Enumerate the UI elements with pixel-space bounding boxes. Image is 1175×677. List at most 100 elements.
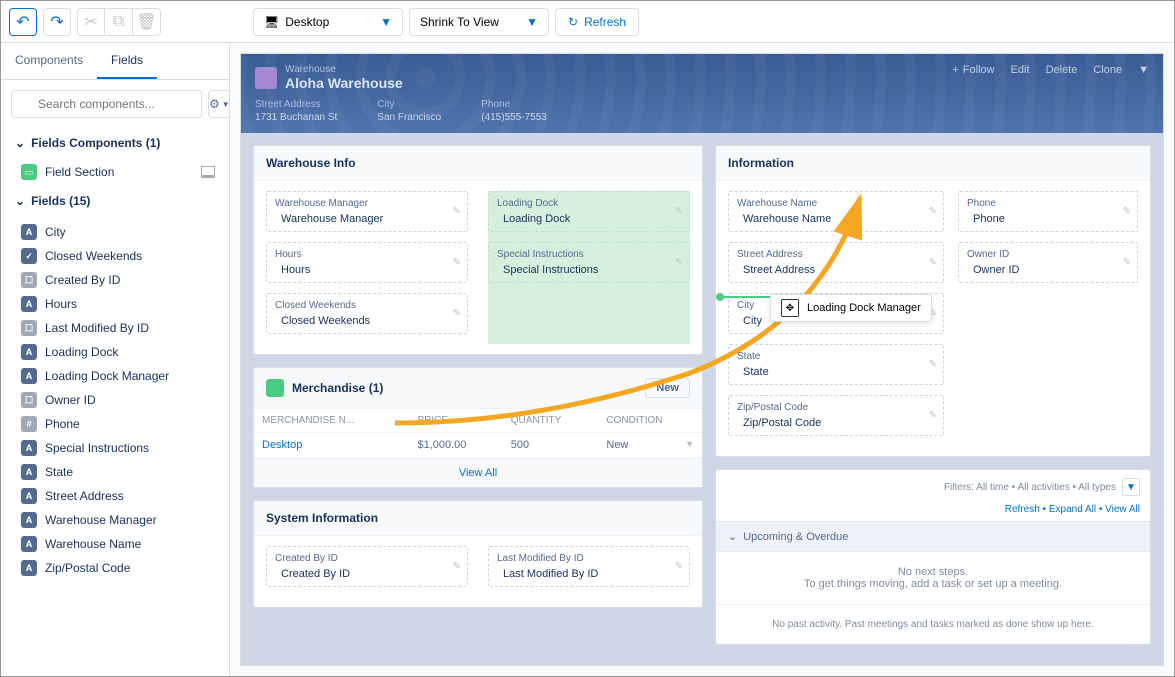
pencil-icon: ✎ — [675, 561, 683, 572]
row-name[interactable]: Desktop — [254, 433, 409, 458]
search-input[interactable] — [11, 90, 202, 118]
redo-button[interactable]: ↷ — [43, 8, 71, 36]
field-type-icon: A — [21, 368, 37, 384]
activity-card[interactable]: Filters: All time • All activities • All… — [715, 469, 1151, 645]
field-item[interactable]: AState — [11, 460, 219, 484]
merchandise-card[interactable]: Merchandise (1) New MERCHANDISE N... PRI… — [253, 367, 703, 488]
system-info-card[interactable]: System Information Created By ID Created… — [253, 500, 703, 608]
table-row[interactable]: Desktop $1,000.00 500 New ▼ — [254, 433, 702, 458]
field-slot[interactable]: Special Instructions Special Instruction… — [488, 242, 690, 283]
merchandise-title: Merchandise (1) — [292, 381, 383, 395]
field-item[interactable]: ☐Last Modified By ID — [11, 316, 219, 340]
field-item[interactable]: AWarehouse Manager — [11, 508, 219, 532]
pencil-icon: ✎ — [929, 257, 937, 268]
clone-button[interactable]: Clone — [1093, 64, 1122, 76]
field-label: City — [45, 225, 66, 239]
field-slot[interactable]: Closed Weekends Closed Weekends ✎ — [266, 293, 468, 334]
field-type-icon: ☐ — [21, 392, 37, 408]
view-selector[interactable]: Shrink To View ▼ — [409, 8, 549, 36]
object-label: Warehouse — [285, 64, 403, 75]
field-slot[interactable]: Created By ID Created By ID ✎ — [266, 546, 468, 587]
refresh-icon: ↻ — [568, 15, 578, 29]
phone-value: (415)555-7553 — [481, 112, 547, 123]
slot-label: Warehouse Manager — [275, 198, 459, 209]
slot-value: Owner ID — [967, 264, 1129, 276]
field-item[interactable]: A Loading Dock Manager — [11, 364, 219, 388]
field-slot[interactable]: Loading Dock Loading Dock ✎ — [488, 191, 690, 232]
field-section-item[interactable]: ▭ Field Section — [11, 158, 219, 186]
upcoming-overdue-header[interactable]: ⌄ Upcoming & Overdue — [716, 521, 1150, 552]
merchandise-table: MERCHANDISE N... PRICE QUANTITY CONDITIO… — [254, 409, 702, 458]
pencil-icon: ✎ — [453, 257, 461, 268]
information-title: Information — [716, 146, 1150, 181]
row-cond[interactable]: New ▼ — [598, 433, 702, 458]
field-type-icon: A — [21, 224, 37, 240]
fields-header[interactable]: ⌄ Fields (15) — [11, 186, 219, 216]
field-label: Created By ID — [45, 273, 120, 287]
field-slot[interactable]: State State ✎ — [728, 344, 944, 385]
field-slot[interactable]: Zip/Postal Code Zip/Postal Code ✎ — [728, 395, 944, 436]
new-button[interactable]: New — [645, 378, 690, 398]
field-item[interactable]: ☐Created By ID — [11, 268, 219, 292]
tab-components[interactable]: Components — [1, 43, 97, 79]
field-item[interactable]: A City — [11, 220, 219, 244]
field-item[interactable]: AWarehouse Name — [11, 532, 219, 556]
field-label: Loading Dock Manager — [45, 369, 169, 383]
slot-label: Hours — [275, 249, 459, 260]
refresh-button[interactable]: ↻ Refresh — [555, 8, 639, 36]
follow-button[interactable]: +Follow — [952, 64, 994, 76]
filter-icon[interactable]: ▼ — [1122, 478, 1140, 496]
field-slot[interactable]: Warehouse Name Warehouse Name ✎ — [728, 191, 944, 232]
tab-fields[interactable]: Fields — [97, 43, 157, 79]
field-item[interactable]: ASpecial Instructions — [11, 436, 219, 460]
more-actions-button[interactable]: ▼ — [1138, 64, 1149, 76]
field-slot[interactable]: Hours Hours ✎ — [266, 242, 468, 283]
field-item[interactable]: #Phone — [11, 412, 219, 436]
delete-button[interactable]: Delete — [1046, 64, 1078, 76]
field-type-icon: A — [21, 488, 37, 504]
field-item[interactable]: A Street Address — [11, 484, 219, 508]
toolbar: ↶ ↷ ✂ ⧉ 🗑 🖥Desktop ▼ Shrink To View ▼ ↻ … — [1, 1, 1174, 43]
field-slot[interactable]: Phone Phone ✎ — [958, 191, 1138, 232]
field-item[interactable]: ☐Owner ID — [11, 388, 219, 412]
field-item[interactable]: ✓Closed Weekends — [11, 244, 219, 268]
field-item[interactable]: ALoading Dock — [11, 340, 219, 364]
field-item[interactable]: AZip/Postal Code — [11, 556, 219, 580]
view-all-link[interactable]: View All — [254, 458, 702, 487]
slot-label: Special Instructions — [497, 249, 681, 260]
plus-icon: + — [952, 64, 958, 76]
edit-button[interactable]: Edit — [1011, 64, 1030, 76]
col-qty: QUANTITY — [503, 409, 599, 433]
grab-cursor-icon: ✥ — [781, 299, 799, 317]
field-slot[interactable]: Street Address Street Address ✎ — [728, 242, 944, 283]
copy-button[interactable]: ⧉ — [105, 8, 133, 36]
pencil-icon: ✎ — [675, 257, 683, 268]
activity-links[interactable]: Refresh • Expand All • View All — [716, 504, 1150, 521]
undo-button[interactable]: ↶ — [9, 8, 37, 36]
slot-value: Warehouse Manager — [275, 213, 459, 225]
delete-button[interactable]: 🗑 — [133, 8, 161, 36]
gear-icon: ⚙ — [209, 97, 220, 111]
field-item[interactable]: AHours — [11, 292, 219, 316]
field-slot[interactable]: Last Modified By ID Last Modified By ID … — [488, 546, 690, 587]
field-slot[interactable]: Warehouse Manager Warehouse Manager ✎ — [266, 191, 468, 232]
field-type-icon: A — [21, 512, 37, 528]
fields-components-header[interactable]: ⌄ Fields Components (1) — [11, 128, 219, 158]
settings-button[interactable]: ⚙ ▼ — [208, 90, 231, 118]
warehouse-info-card[interactable]: Warehouse Info Warehouse Manager Warehou… — [253, 145, 703, 355]
city-label: City — [377, 99, 441, 110]
device-selector[interactable]: 🖥Desktop ▼ — [253, 8, 403, 36]
field-label: Closed Weekends — [45, 249, 142, 263]
field-slot[interactable]: Owner ID Owner ID ✎ — [958, 242, 1138, 283]
cut-button[interactable]: ✂ — [77, 8, 105, 36]
pencil-icon: ✎ — [675, 206, 683, 217]
fields-count-label: Fields (15) — [31, 194, 90, 208]
pencil-icon: ✎ — [1123, 206, 1131, 217]
slot-label: Street Address — [737, 249, 935, 260]
slot-label: Zip/Postal Code — [737, 402, 935, 413]
field-type-icon: A — [21, 464, 37, 480]
field-label: Street Address — [45, 489, 124, 503]
pencil-icon: ✎ — [1123, 257, 1131, 268]
drag-ghost: ✥ Loading Dock Manager — [770, 294, 932, 322]
slot-value: Created By ID — [275, 568, 459, 580]
